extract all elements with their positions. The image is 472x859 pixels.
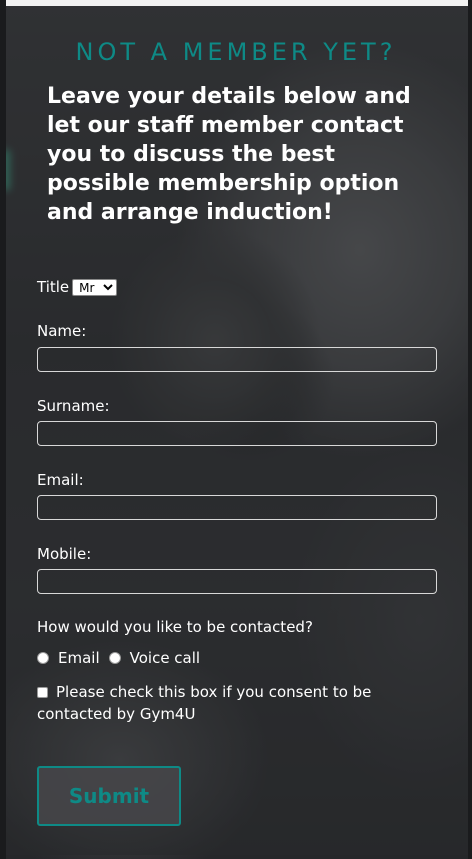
- surname-input[interactable]: [37, 421, 437, 446]
- title-select[interactable]: Mr: [72, 278, 118, 296]
- submit-button[interactable]: Submit: [37, 766, 181, 826]
- section-heading: NOT A MEMBER YET?: [75, 38, 397, 66]
- name-input[interactable]: [37, 347, 437, 372]
- email-input[interactable]: [37, 495, 437, 520]
- contact-method-group: Email Voice call: [37, 649, 209, 667]
- mobile-label: Mobile:: [37, 545, 92, 563]
- email-radio[interactable]: [37, 652, 49, 664]
- voice-call-radio[interactable]: [108, 652, 121, 664]
- right-frame-edge: [468, 0, 472, 859]
- title-row: Title Mr: [37, 278, 118, 296]
- email-radio-label: Email: [58, 649, 100, 667]
- contact-question: How would you like to be contacted?: [37, 618, 313, 636]
- surname-label: Surname:: [37, 397, 110, 415]
- mobile-input[interactable]: [37, 569, 437, 594]
- name-label: Name:: [37, 322, 87, 340]
- consent-label: Please check this box if you consent to …: [37, 683, 372, 723]
- intro-text: Leave your details below and let our sta…: [47, 84, 411, 225]
- consent-row: Please check this box if you consent to …: [37, 681, 437, 725]
- consent-checkbox[interactable]: [37, 687, 48, 698]
- email-label: Email:: [37, 471, 84, 489]
- voice-call-radio-label: Voice call: [129, 649, 201, 667]
- title-label: Title: [37, 278, 70, 296]
